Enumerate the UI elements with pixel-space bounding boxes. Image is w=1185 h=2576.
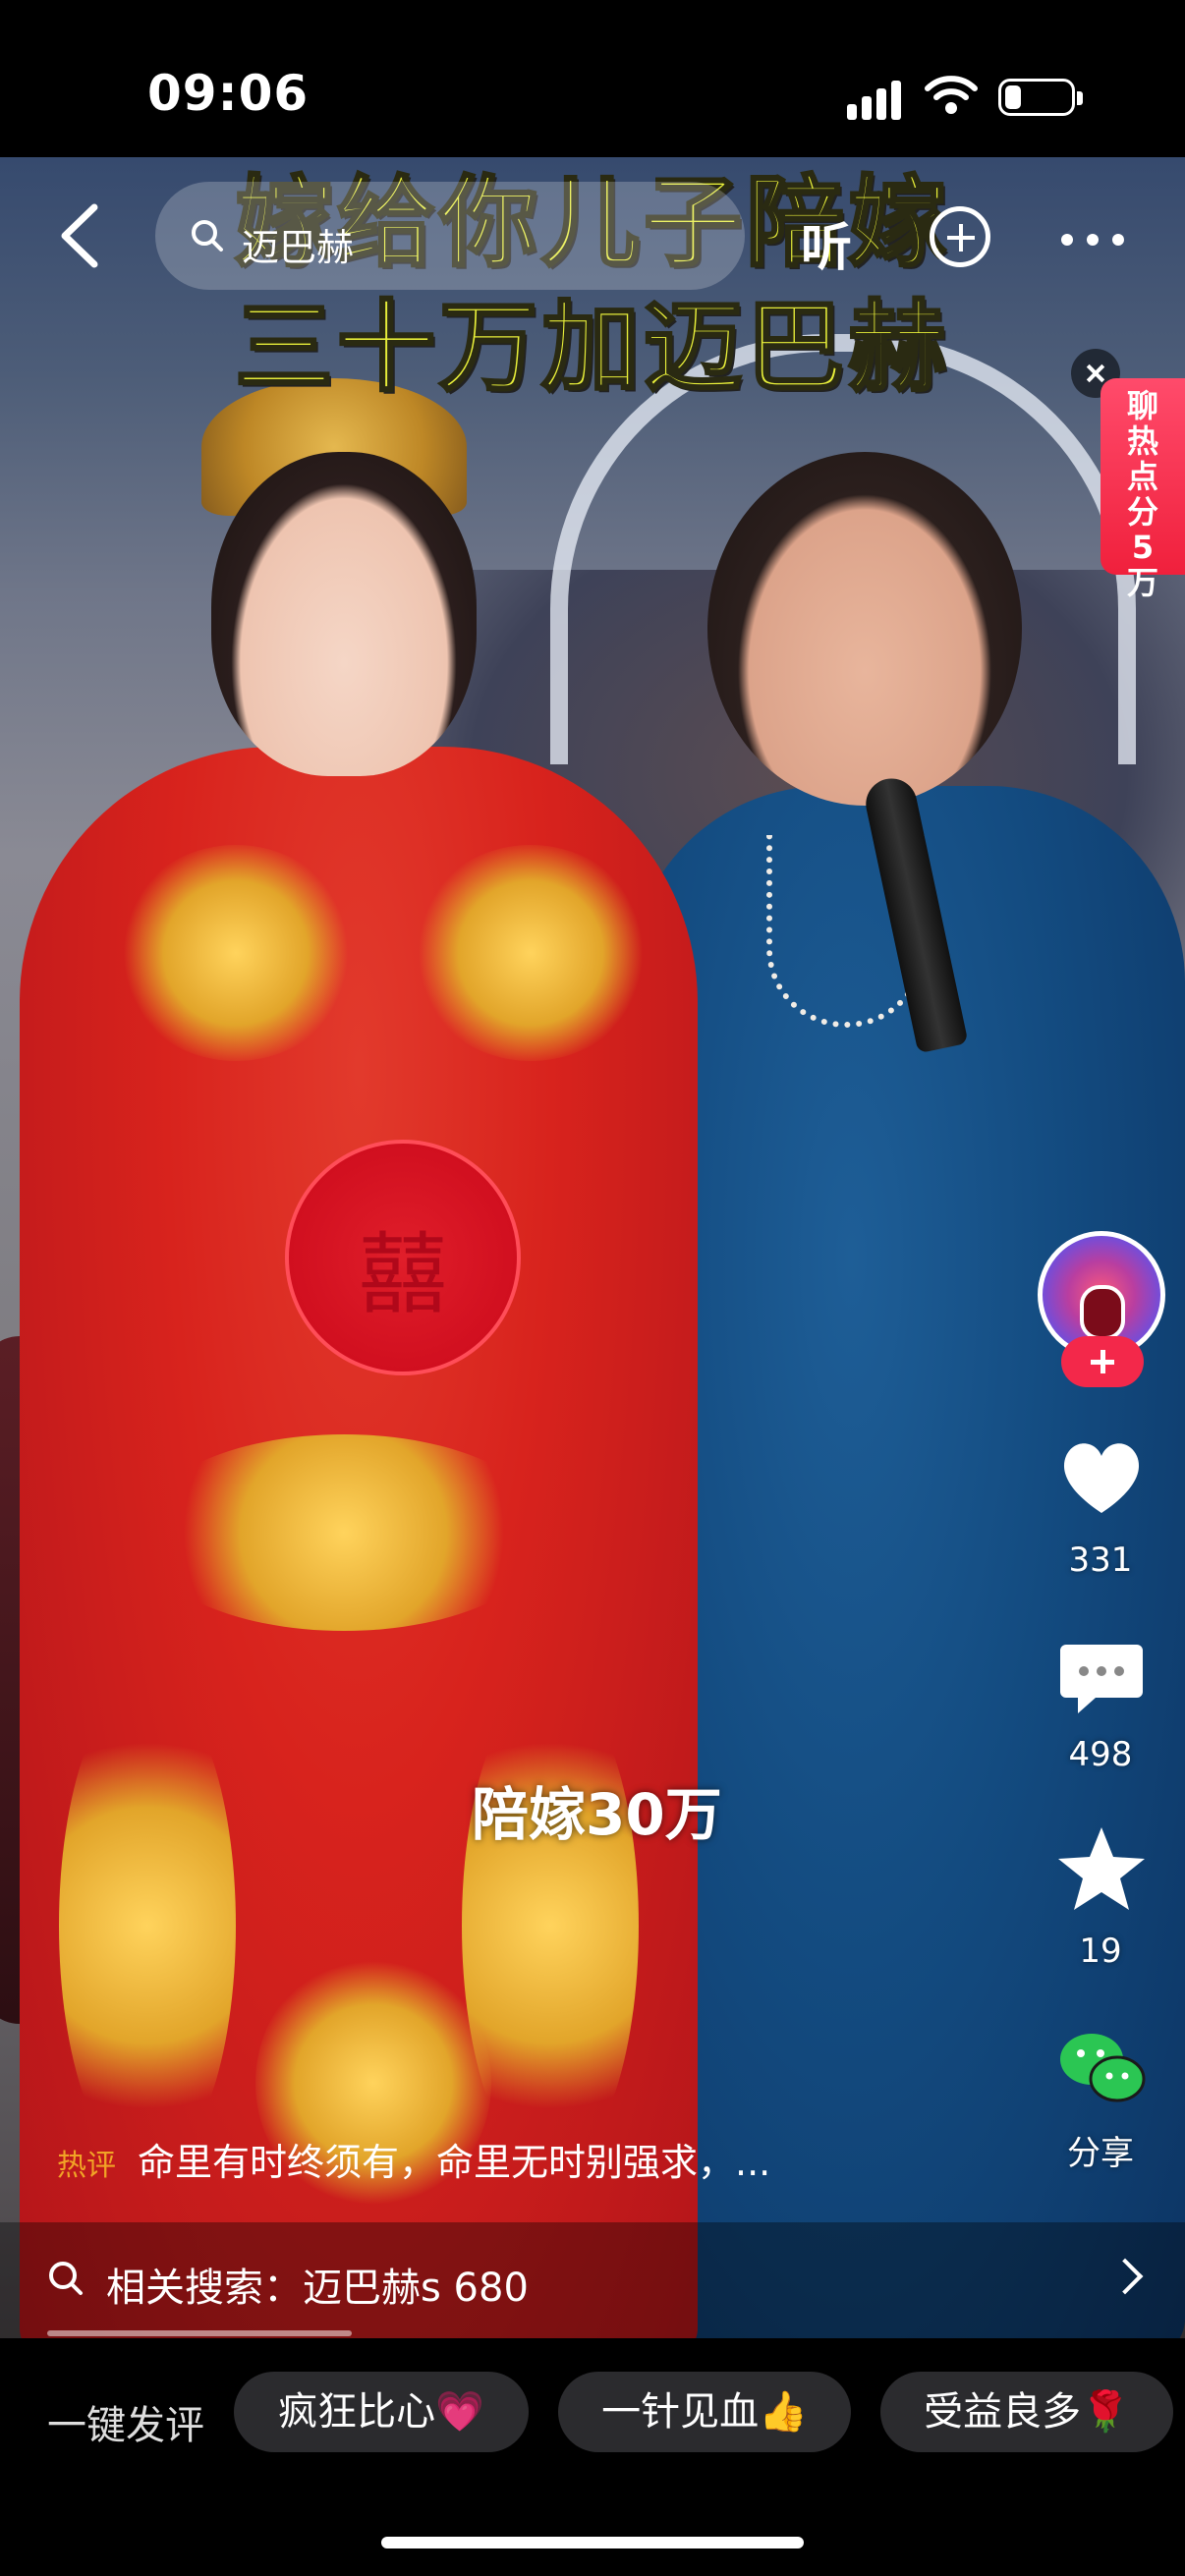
like-count: 331 [1068, 1540, 1133, 1580]
comment-icon[interactable] [1056, 1631, 1147, 1721]
embroidery [59, 1680, 236, 2171]
status-bar: 09:06 [0, 0, 1185, 157]
heart-icon[interactable] [1056, 1432, 1147, 1523]
quick-comment-chip[interactable]: 受益良多🌹 [880, 2372, 1173, 2452]
video-progress-bar[interactable] [47, 2330, 352, 2336]
back-icon[interactable] [53, 201, 112, 270]
wechat-icon[interactable] [1056, 2022, 1147, 2112]
search-bar[interactable]: 迈巴赫 [155, 182, 745, 290]
star-icon[interactable] [1056, 1823, 1147, 1914]
mother-head [707, 452, 1022, 806]
search-text: 迈巴赫 [242, 226, 355, 269]
share-label[interactable]: 分享 [1022, 2126, 1179, 2174]
embroidery [413, 845, 649, 1061]
home-indicator[interactable] [381, 2537, 804, 2548]
hot-topic-badge[interactable]: 聊热点分5万 [1100, 378, 1185, 600]
status-time: 09:06 [147, 65, 310, 122]
hot-topic-text: 聊热点分5万 [1126, 387, 1158, 601]
related-search-bar[interactable]: 相关搜索：迈巴赫s 680 [0, 2222, 1185, 2338]
video-overlay-label: 陪嫁30万 [472, 1781, 722, 1848]
related-search-text: 相关搜索：迈巴赫s 680 [106, 2266, 529, 2311]
more-icon[interactable] [1061, 234, 1124, 246]
embroidery [118, 845, 354, 1061]
bride-head [211, 452, 477, 776]
quick-comment-label: 一键发评 [47, 2403, 204, 2448]
listen-button[interactable]: 听 [801, 206, 852, 280]
follow-button[interactable] [1061, 1336, 1144, 1387]
search-icon [49, 2262, 83, 2295]
favorite-count: 19 [1079, 1932, 1122, 1971]
hot-comment-text: 命里有时终须有，命里无时别强求，... [138, 2141, 771, 2184]
comment-count: 498 [1068, 1735, 1133, 1774]
chevron-right-icon [1106, 2258, 1144, 2295]
wifi-icon [925, 76, 978, 114]
hot-comment-tag: 热评 [57, 2149, 116, 2183]
hot-comment[interactable]: 热评 命里有时终须有，命里无时别强求，... [57, 2132, 770, 2186]
embroidery [138, 1434, 550, 1631]
search-icon [192, 220, 223, 252]
video-player[interactable] [0, 157, 1185, 2338]
cellular-signal-icon [847, 77, 906, 120]
red-fan [285, 1140, 521, 1375]
quick-comment-chip[interactable]: 一针见血👍 [558, 2372, 851, 2452]
battery-icon [998, 79, 1083, 116]
quick-comment-chip[interactable]: 疯狂比心💗 [234, 2372, 529, 2452]
add-icon[interactable] [930, 206, 990, 267]
